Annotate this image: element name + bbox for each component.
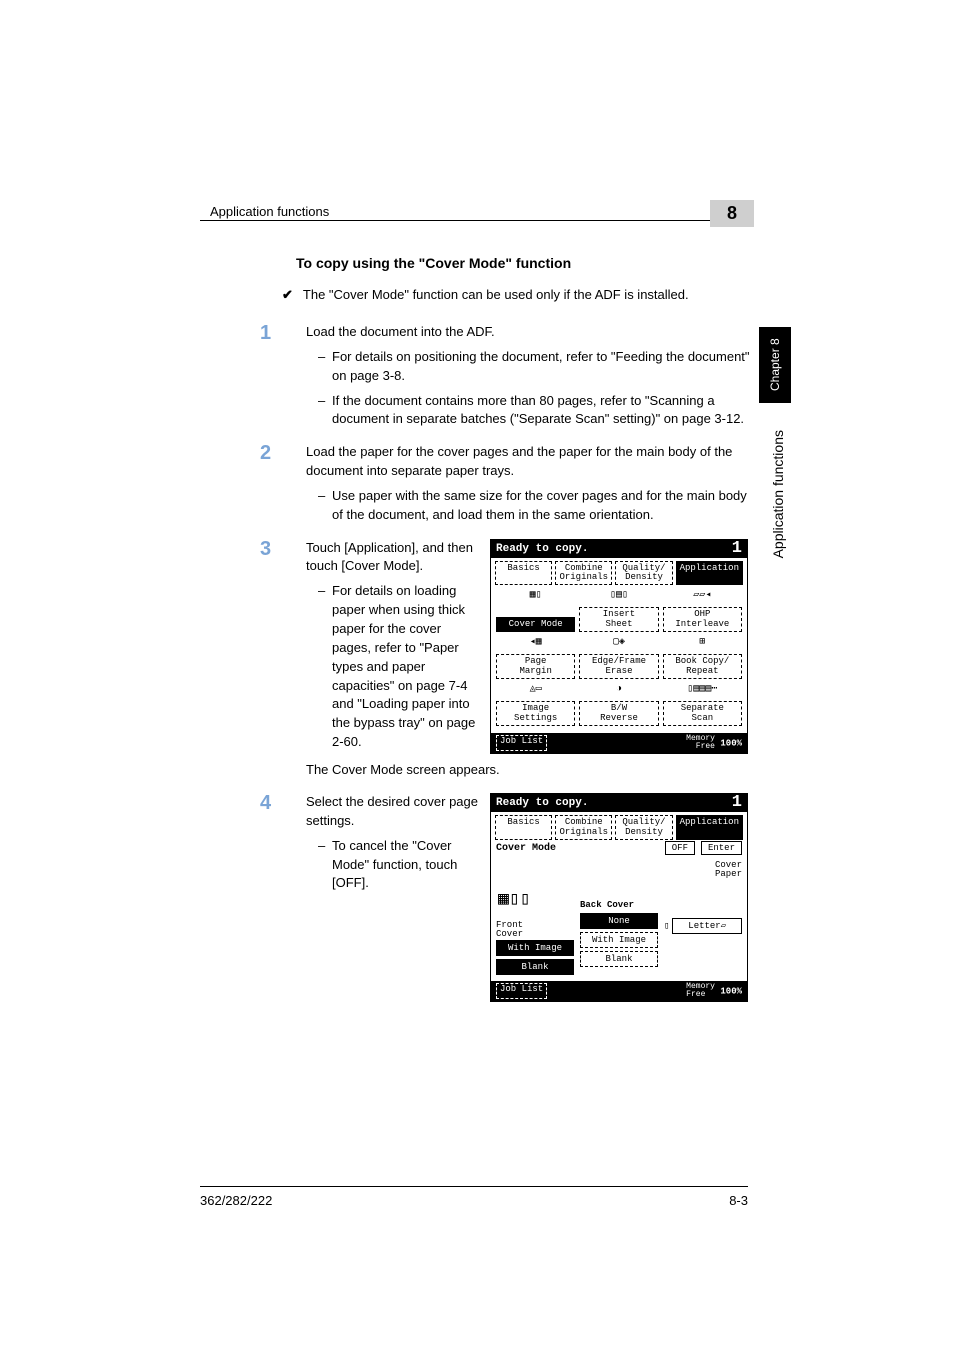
separate-scan-button[interactable]: Separate Scan <box>663 701 742 726</box>
back-none-button[interactable]: None <box>580 913 658 929</box>
step-2-text: Load the paper for the cover pages and t… <box>306 443 750 481</box>
job-list-button-2[interactable]: Job List <box>496 983 547 999</box>
tab2-basics[interactable]: Basics <box>495 815 552 840</box>
chapter-badge: 8 <box>710 200 754 227</box>
tab2-application[interactable]: Application <box>676 815 743 840</box>
tab-combine[interactable]: Combine Originals <box>555 561 612 586</box>
lcd-ready-text: Ready to copy. <box>496 543 588 555</box>
check-note: The "Cover Mode" function can be used on… <box>303 287 689 303</box>
front-cover-icon: ▦▯▯ <box>496 882 574 918</box>
front-blank-button[interactable]: Blank <box>496 959 574 975</box>
memory-free-label: Memory Free <box>686 735 715 751</box>
lcd-copy-count: 1 <box>732 543 742 555</box>
image-settings-button[interactable]: Image Settings <box>496 701 575 726</box>
check-icon: ✔ <box>282 287 293 303</box>
back-cover-label: Back Cover <box>580 882 658 910</box>
step-4-sub-1: To cancel the "Cover Mode" function, tou… <box>332 837 480 894</box>
dash-icon: – <box>318 348 332 386</box>
step-4-text: Select the desired cover page settings. <box>306 793 480 831</box>
job-list-button[interactable]: Job List <box>496 735 547 751</box>
step-3-result: The Cover Mode screen appears. <box>306 762 750 777</box>
front-cover-label: Front Cover <box>496 921 574 940</box>
memory-free-pct-2: 100% <box>720 986 742 996</box>
separate-scan-icon: ▯▤▤▤⋯ <box>663 683 742 697</box>
tab2-combine[interactable]: Combine Originals <box>555 815 612 840</box>
tab-basics[interactable]: Basics <box>495 561 552 586</box>
cover-paper-label: Cover Paper <box>496 861 742 880</box>
header-section-title: Application functions <box>210 204 329 219</box>
step-number-1: 1 <box>260 323 306 343</box>
header-rule <box>200 220 748 221</box>
step-1-sub-2: If the document contains more than 80 pa… <box>332 392 750 430</box>
memory-free-pct: 100% <box>720 738 742 748</box>
dash-icon: – <box>318 582 332 752</box>
off-button[interactable]: OFF <box>665 841 695 855</box>
cover-mode-button[interactable]: Cover Mode <box>496 617 575 632</box>
dash-icon: – <box>318 392 332 430</box>
tab-quality[interactable]: Quality/ Density <box>615 561 672 586</box>
footer-model: 362/282/222 <box>200 1193 272 1208</box>
side-chapter-tab: Chapter 8 <box>759 327 791 403</box>
bw-reverse-button[interactable]: B/W Reverse <box>579 701 658 726</box>
tab2-quality[interactable]: Quality/ Density <box>615 815 672 840</box>
dash-icon: – <box>318 487 332 525</box>
tab-application[interactable]: Application <box>676 561 743 586</box>
cover-mode-icon: ▦▯ <box>496 589 575 603</box>
insert-sheet-button[interactable]: Insert Sheet <box>579 607 658 632</box>
procedure-heading: To copy using the "Cover Mode" function <box>296 255 750 271</box>
step-1-text: Load the document into the ADF. <box>306 323 750 342</box>
step-number-4: 4 <box>260 793 306 813</box>
step-number-2: 2 <box>260 443 306 463</box>
tray-icon: ▯ <box>664 921 669 931</box>
ohp-interleave-button[interactable]: OHP Interleave <box>663 607 742 632</box>
lcd-cover-mode-screen: Ready to copy. 1 Basics Combine Original… <box>490 793 748 1002</box>
page-margin-button[interactable]: Page Margin <box>496 654 575 679</box>
step-number-3: 3 <box>260 539 306 559</box>
front-with-image-button[interactable]: With Image <box>496 940 574 956</box>
page-margin-icon: ◂▦ <box>496 636 575 650</box>
step-3-text: Touch [Application], and then touch [Cov… <box>306 539 480 577</box>
side-section-title: Application functions <box>770 430 786 558</box>
lcd2-copy-count: 1 <box>732 797 742 809</box>
ohp-icon: ▱▱◂ <box>663 589 742 603</box>
cover-mode-label: Cover Mode <box>496 843 556 854</box>
book-copy-icon: ⊞ <box>663 636 742 650</box>
footer-page: 8-3 <box>729 1193 748 1208</box>
lcd-application-screen: Ready to copy. 1 Basics Combine Original… <box>490 539 748 755</box>
paper-tray-button[interactable]: Letter▱ <box>672 918 742 934</box>
edge-erase-button[interactable]: Edge/Frame Erase <box>579 654 658 679</box>
step-2-sub-1: Use paper with the same size for the cov… <box>332 487 750 525</box>
memory-free-label-2: Memory Free <box>686 983 715 999</box>
image-settings-icon: ◬▭ <box>496 683 575 697</box>
back-blank-button[interactable]: Blank <box>580 951 658 967</box>
book-copy-button[interactable]: Book Copy/ Repeat <box>663 654 742 679</box>
step-3-sub-1: For details on loading paper when using … <box>332 582 480 752</box>
enter-button[interactable]: Enter <box>701 841 742 855</box>
step-1-sub-1: For details on positioning the document,… <box>332 348 750 386</box>
edge-erase-icon: ▢◈ <box>579 636 658 650</box>
dash-icon: – <box>318 837 332 894</box>
back-with-image-button[interactable]: With Image <box>580 932 658 948</box>
lcd2-ready-text: Ready to copy. <box>496 797 588 809</box>
insert-sheet-icon: ▯▤▯ <box>579 589 658 603</box>
bw-reverse-icon: ◑ <box>579 683 658 697</box>
